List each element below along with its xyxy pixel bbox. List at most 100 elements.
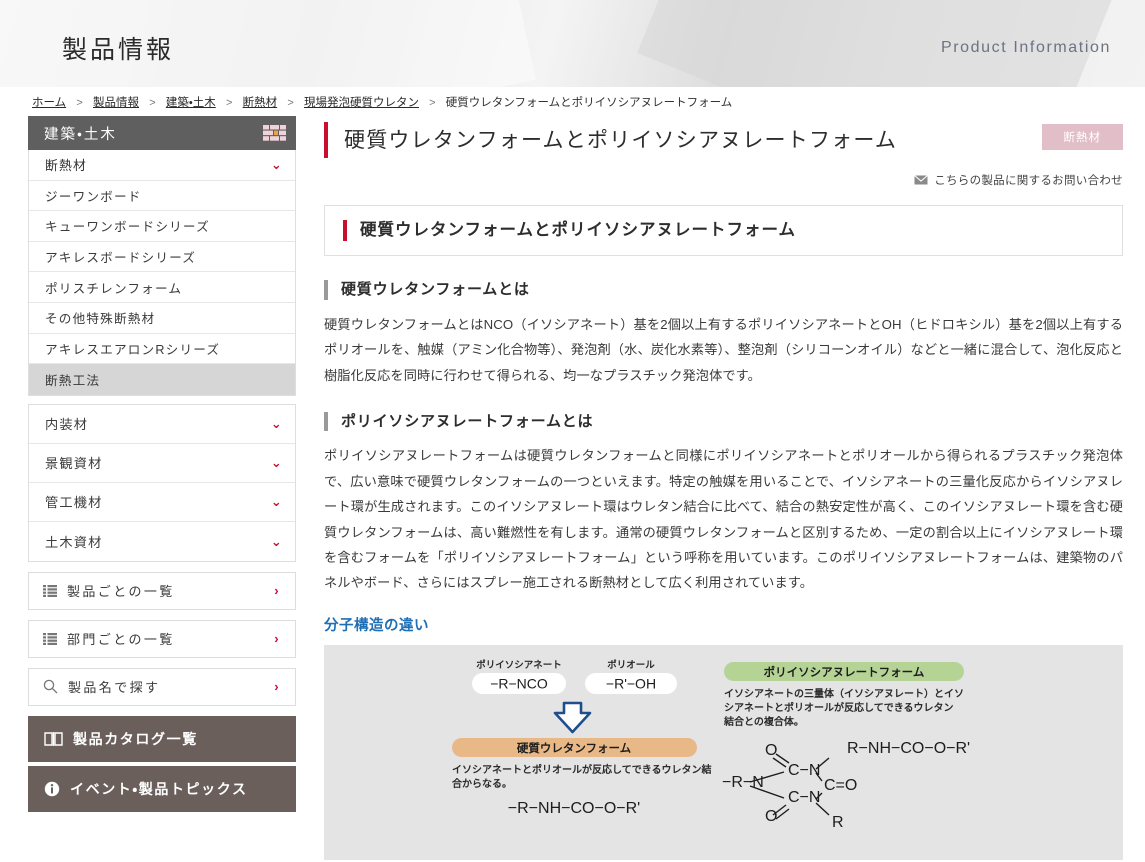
sidebar-item-label: アキレスボードシリーズ [45,251,197,266]
breadcrumb-separator: > [429,97,436,109]
diagram-canvas: ポリイソシアネート −R−NCO ポリオール −R'−OH 硬質ウレタンフォーム… [324,644,1123,860]
ring-oxygen-bottom: O [765,808,777,825]
diagram-reactant1-formula: −R−NCO [490,675,548,691]
page-header: 製品情報 Product Information [0,0,1145,88]
subsection-heading: ポリイソシアヌレートフォームとは [324,411,1123,432]
sidebar-link-product-list[interactable]: 製品ごとの一覧 › [28,571,296,610]
sidebar-link-department-list[interactable]: 部門ごとの一覧 › [28,619,296,658]
breadcrumb-item-home[interactable]: ホーム [32,97,66,109]
diagram-left-product-formula: −R−NH−CO−O−R' [508,800,640,817]
diagram-reactant1-label: ポリイソシアネート [476,659,562,671]
sidebar-item-gone-board[interactable]: ジーワンボード [29,180,295,212]
page-title: 製品情報 [62,36,175,64]
sidebar-item-label: アキレスエアロンRシリーズ [45,342,221,357]
main-title-row: 硬質ウレタンフォームとポリイソシアヌレートフォーム 断熱材 [324,116,1123,158]
contact-inquiry-label: こちらの製品に関するお問い合わせ [934,175,1123,187]
section-heading: 硬質ウレタンフォームとポリイソシアヌレートフォーム [343,220,1104,242]
sidebar-item-landscape-materials[interactable]: 景観資材 ⌄ [29,443,295,483]
sidebar-link-label: 部門ごとの一覧 [67,632,175,648]
diagram-svg: ポリイソシアネート −R−NCO ポリオール −R'−OH 硬質ウレタンフォーム… [324,644,1100,860]
breadcrumb-separator: > [149,97,156,109]
chevron-right-icon: › [274,679,281,695]
ring-c-double-o: C=O [824,777,857,794]
breadcrumb-item-construction[interactable]: 建築・土木 [166,97,216,109]
search-icon [43,679,58,694]
sidebar-nav-groups: 内装材 ⌄ 景観資材 ⌄ 管工機材 ⌄ 土木資材 ⌄ [28,403,296,562]
diagram-left-product-label: 硬質ウレタンフォーム [517,741,632,755]
molecular-structure-diagram: 分子構造の違い ポリイソシアネート −R−NCO ポリオール −R'−OH 硬質… [324,614,1123,860]
sidebar-item-label: キューワンボードシリーズ [45,220,210,235]
sidebar-item-insulation[interactable]: 断熱材 ⌄ [29,150,295,181]
sidebar-button-label: イベント・製品トピックス [70,780,248,797]
breadcrumb-item-current: 硬質ウレタンフォームとポリイソシアヌレートフォーム [445,97,733,109]
chevron-down-icon: ⌄ [270,157,283,173]
diagram-right-desc-line1: イソシアネートの三量体（イソシアヌレート）とイソ [724,687,964,700]
brick-wall-icon [262,123,287,143]
ring-c-n-top: C−N [788,762,820,779]
book-icon [44,731,63,747]
mail-icon [914,175,929,185]
page-layout: 建築・土木 断熱材 ⌄ ジーワンボード キューワンボードシリーズ アキレスボード… [0,116,1145,860]
main-page-title: 硬質ウレタンフォームとポリイソシアヌレートフォーム [324,122,897,158]
sidebar-button-product-catalog[interactable]: 製品カタログ一覧 [28,715,296,762]
chevron-down-icon: ⌄ [270,416,283,432]
diagram-right-desc-line2: シアネートとポリオールが反応してできるウレタン [724,701,954,714]
sidebar-link-label: 製品ごとの一覧 [67,584,175,600]
subsection-polyisocyanurate: ポリイソシアヌレートフォームとは ポリイソシアヌレートフォームは硬質ウレタンフォ… [324,411,1123,596]
sidebar-item-label: 管工機材 [45,495,103,511]
sidebar-button-event-topics[interactable]: イベント・製品トピックス [28,765,296,812]
diagram-left-product-desc-line1: イソシアネートとポリオールが反応してできるウレタン結 [452,763,712,776]
sidebar-item-label: 断熱材 [45,158,87,174]
info-icon [44,781,60,797]
sidebar-item-label: 景観資材 [45,456,103,472]
sidebar-item-label: ポリスチレンフォーム [45,281,183,296]
chevron-right-icon: › [274,631,281,647]
sidebar-nav: 断熱材 ⌄ ジーワンボード キューワンボードシリーズ アキレスボードシリーズ ポ… [28,150,296,396]
subsection-body: ポリイソシアヌレートフォームは硬質ウレタンフォームと同様にポリイソシアネートとポ… [324,448,1123,591]
sidebar-item-insulation-method[interactable]: 断熱工法 [29,364,295,395]
diagram-title: 分子構造の違い [324,617,429,634]
sidebar-item-interior-materials[interactable]: 内装材 ⌄ [29,404,295,444]
sidebar-item-label: 土木資材 [45,534,103,550]
sidebar-link-label: 製品名で探す [68,680,161,696]
sidebar-item-piping-equipment[interactable]: 管工機材 ⌄ [29,482,295,522]
breadcrumb-separator: > [287,97,294,109]
contact-inquiry-link[interactable]: こちらの製品に関するお問い合わせ [324,172,1123,188]
diagram-left-product-desc-line2: 合からなる。 [451,777,512,790]
sidebar-category-label: 建築・土木 [44,126,117,143]
status-badge[interactable]: 断熱材 [1041,124,1123,150]
list-icon [43,584,57,597]
sidebar-category-header[interactable]: 建築・土木 [28,116,296,150]
breadcrumb-separator: > [76,97,83,109]
sidebar-item-label: 内装材 [45,417,89,433]
subsection-heading: 硬質ウレタンフォームとは [324,280,1123,300]
chevron-down-icon: ⌄ [270,533,283,549]
sidebar-item-polystyrene-foam[interactable]: ポリスチレンフォーム [29,272,295,303]
ring-oxygen-top: O [765,742,777,759]
diagram-reactant2-label: ポリオール [607,659,655,671]
main-content: 硬質ウレタンフォームとポリイソシアヌレートフォーム 断熱材 こちらの製品に関する… [324,116,1123,860]
subsection-rigid-urethane: 硬質ウレタンフォームとは 硬質ウレタンフォームとはNCO（イソシアネート）基を2… [324,280,1123,388]
breadcrumb-separator: > [225,97,233,109]
sidebar-item-qone-board-series[interactable]: キューワンボードシリーズ [29,211,295,242]
breadcrumb-item-products[interactable]: 製品情報 [93,97,139,109]
diagram-right-product-label: ポリイソシアヌレートフォーム [764,665,925,679]
diagram-reactant2-formula: −R'−OH [606,675,656,691]
diagram-right-desc-line3: 結合との複合体。 [723,715,804,728]
sidebar-item-achilles-board-series[interactable]: アキレスボードシリーズ [29,241,295,273]
ring-r-bottom: R [832,814,844,831]
sidebar-item-achilles-aeron-r-series[interactable]: アキレスエアロンRシリーズ [29,333,295,365]
section-container: 硬質ウレタンフォームとポリイソシアヌレートフォーム [324,205,1123,257]
ring-top-chain: R−NH−CO−O−R' [847,740,970,757]
list-icon [43,632,57,645]
sidebar: 建築・土木 断熱材 ⌄ ジーワンボード キューワンボードシリーズ アキレスボード… [28,116,296,812]
sidebar-item-label: ジーワンボード [45,189,142,204]
sidebar-item-label: その他特殊断熱材 [45,312,156,327]
breadcrumb-item-insulation[interactable]: 断熱材 [243,97,278,109]
sidebar-item-civil-engineering-materials[interactable]: 土木資材 ⌄ [29,521,295,561]
sidebar-link-search-by-product-name[interactable]: 製品名で探す › [28,667,296,706]
page-subtitle: Product Information [940,39,1111,56]
breadcrumb: ホーム > 製品情報 > 建築・土木 > 断熱材 > 現場発泡硬質ウレタン > … [0,88,1145,116]
sidebar-item-other-special-insulation[interactable]: その他特殊断熱材 [29,302,295,334]
breadcrumb-item-spray-urethane[interactable]: 現場発泡硬質ウレタン [304,97,419,109]
